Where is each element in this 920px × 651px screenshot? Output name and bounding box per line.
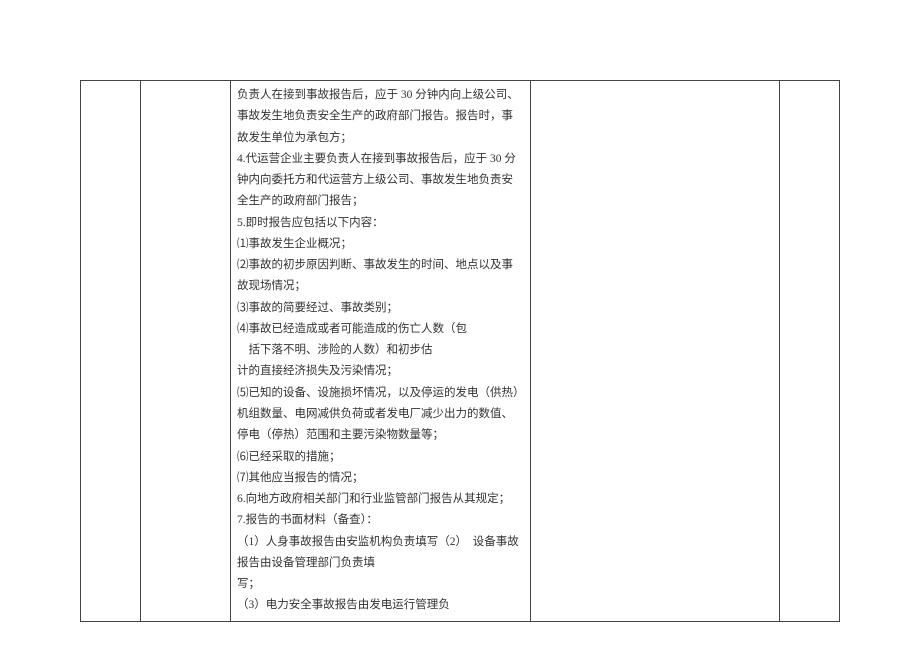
content-text: 负责人在接到事故报告后，应于 30 分钟内向上级公司、事故发生地负责安全生产的政… (237, 85, 524, 617)
cell-5 (780, 81, 840, 622)
document-table: 负责人在接到事故报告后，应于 30 分钟内向上级公司、事故发生地负责安全生产的政… (80, 80, 840, 622)
cell-3-content: 负责人在接到事故报告后，应于 30 分钟内向上级公司、事故发生地负责安全生产的政… (231, 81, 531, 622)
table-row: 负责人在接到事故报告后，应于 30 分钟内向上级公司、事故发生地负责安全生产的政… (81, 81, 840, 622)
cell-4 (531, 81, 780, 622)
cell-1 (81, 81, 141, 622)
cell-2 (141, 81, 231, 622)
